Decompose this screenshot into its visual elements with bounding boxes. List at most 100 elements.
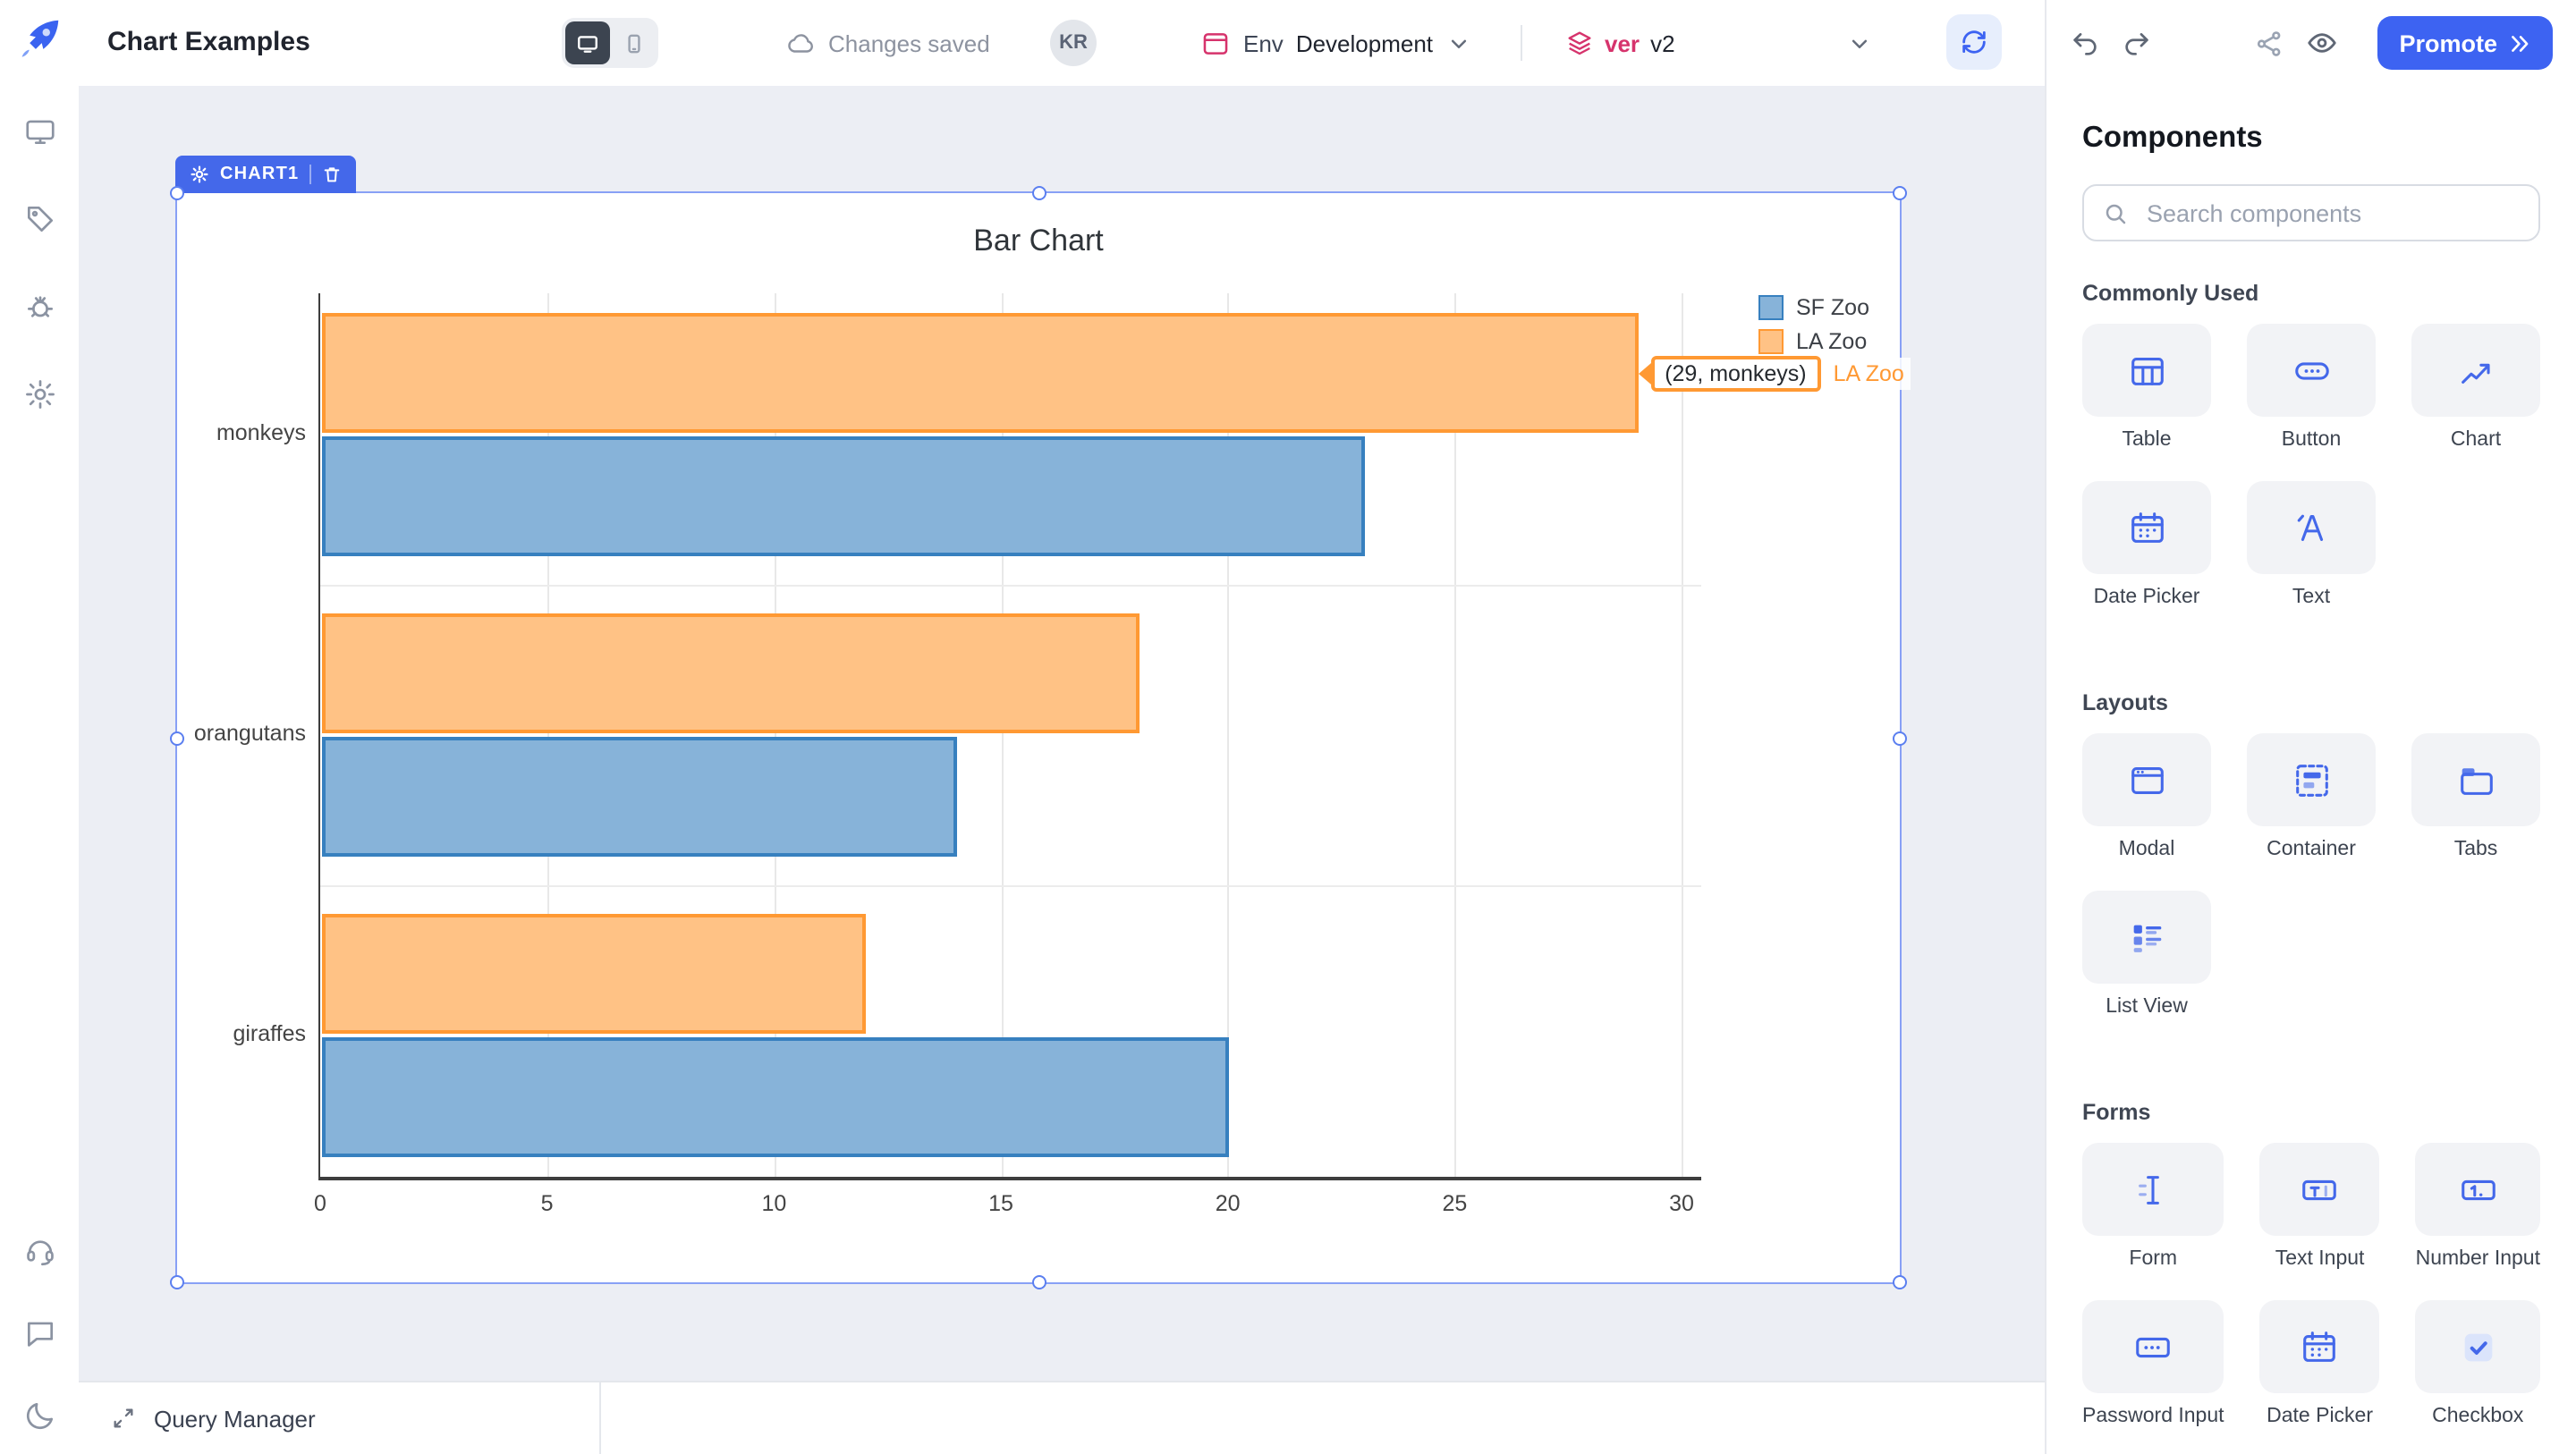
promote-button[interactable]: Promote: [2377, 16, 2553, 70]
resize-handle[interactable]: [170, 731, 184, 745]
x-tick-label: 0: [284, 1191, 356, 1216]
gear-icon[interactable]: [21, 376, 57, 411]
chart-body: 051015202530monkeysorangutansgiraffes Ba…: [177, 193, 1900, 1282]
resize-handle[interactable]: [1893, 186, 1907, 200]
resize-handle[interactable]: [170, 186, 184, 200]
mobile-icon[interactable]: [614, 21, 655, 64]
query-manager-toggle[interactable]: Query Manager: [79, 1382, 601, 1454]
component-card-chart[interactable]: Chart: [2411, 324, 2540, 451]
legend-label: LA Zoo: [1796, 329, 1867, 354]
trash-icon[interactable]: [322, 165, 342, 184]
bar-giraffes-la-zoo[interactable]: [322, 914, 867, 1034]
component-card-tabs[interactable]: Tabs: [2411, 733, 2540, 860]
canvas-footer: Query Manager: [79, 1381, 2045, 1454]
tooltip-arrow: [1638, 362, 1650, 384]
resize-handle[interactable]: [170, 1275, 184, 1289]
env-icon: [1200, 28, 1231, 58]
legend-label: SF Zoo: [1796, 295, 1869, 320]
component-card-date-picker[interactable]: Date Picker: [2260, 1300, 2380, 1427]
desktop-icon[interactable]: [565, 21, 610, 64]
cloud-icon: [785, 28, 816, 58]
modal-icon: [2082, 733, 2211, 826]
component-card-text-input[interactable]: Text Input: [2260, 1143, 2380, 1270]
passwordinput-icon: [2082, 1300, 2224, 1393]
component-card-label: Button: [2282, 429, 2342, 451]
component-card-label: Checkbox: [2432, 1406, 2523, 1427]
component-card-label: Form: [2129, 1248, 2177, 1270]
component-card-label: Modal: [2119, 839, 2175, 860]
component-card-container[interactable]: Container: [2247, 733, 2376, 860]
canvas[interactable]: CHART1 051015202530monkeysorangutansgira…: [79, 86, 2045, 1454]
headset-icon[interactable]: [21, 1232, 57, 1268]
bar-giraffes-sf-zoo[interactable]: [322, 1037, 1230, 1157]
component-card-label: Date Picker: [2267, 1406, 2373, 1427]
bar-monkeys-la-zoo[interactable]: [322, 313, 1638, 433]
component-card-label: Date Picker: [2094, 587, 2200, 608]
redo-button[interactable]: [2122, 28, 2152, 58]
bug-icon[interactable]: [21, 288, 57, 324]
panel-toolbar: Promote: [2046, 0, 2576, 86]
bar-orangutans-la-zoo[interactable]: [322, 613, 1139, 733]
eye-icon[interactable]: [2306, 27, 2338, 59]
panel-title: Components: [2082, 122, 2540, 156]
tag-icon[interactable]: [21, 200, 57, 236]
component-card-button[interactable]: Button: [2247, 324, 2376, 451]
section-title: Forms: [2082, 1100, 2540, 1125]
promote-label: Promote: [2399, 30, 2497, 56]
component-card-number-input[interactable]: Number Input: [2416, 1143, 2540, 1270]
share-icon[interactable]: [2254, 28, 2284, 58]
section-commonly-used: Commonly Used Table Button Chart Date Pi…: [2082, 281, 2540, 608]
legend-swatch: [1758, 295, 1784, 320]
undo-button[interactable]: [2070, 28, 2100, 58]
env-selector[interactable]: Env Development: [1200, 0, 1472, 86]
version-value: v2: [1650, 30, 1674, 56]
sync-button[interactable]: [1946, 14, 2002, 70]
search-input[interactable]: [2143, 198, 2521, 228]
legend-swatch: [1758, 329, 1784, 354]
left-sidebar: [0, 0, 79, 1454]
version-selector[interactable]: ver v2: [1565, 0, 1874, 86]
section-title: Layouts: [2082, 690, 2540, 715]
x-tick-label: 25: [1419, 1191, 1490, 1216]
component-card-password-input[interactable]: Password Input: [2082, 1300, 2224, 1427]
datepicker-icon: [2260, 1300, 2380, 1393]
component-card-label: List View: [2106, 996, 2188, 1018]
chart-component[interactable]: CHART1 051015202530monkeysorangutansgira…: [175, 191, 1902, 1284]
component-card-table[interactable]: Table: [2082, 324, 2211, 451]
chart-legend: SF Zoo LA Zoo: [1758, 295, 1869, 354]
avatar[interactable]: KR: [1050, 20, 1097, 66]
search-box[interactable]: [2082, 184, 2540, 241]
component-card-label: Number Input: [2416, 1248, 2540, 1270]
monitor-icon[interactable]: [21, 113, 57, 148]
device-toggle[interactable]: [562, 18, 658, 68]
resize-handle[interactable]: [1031, 1275, 1046, 1289]
components-panel: Components Commonly Used Table Button Ch…: [2046, 86, 2576, 1427]
component-card-checkbox[interactable]: Checkbox: [2416, 1300, 2540, 1427]
component-badge[interactable]: CHART1: [175, 156, 356, 193]
moon-icon[interactable]: [21, 1397, 57, 1433]
rocket-logo[interactable]: [15, 14, 64, 63]
legend-item-sf-zoo[interactable]: SF Zoo: [1758, 295, 1869, 320]
component-card-list-view[interactable]: List View: [2082, 891, 2211, 1018]
bar-monkeys-sf-zoo[interactable]: [322, 436, 1366, 556]
save-status: Changes saved: [785, 0, 990, 86]
datepicker-icon: [2082, 481, 2211, 574]
resize-handle[interactable]: [1893, 1275, 1907, 1289]
env-value: Development: [1296, 30, 1433, 56]
component-card-modal[interactable]: Modal: [2082, 733, 2211, 860]
chart-tooltip: (29, monkeys) LA Zoo: [1638, 355, 1911, 391]
resize-handle[interactable]: [1893, 731, 1907, 745]
section-layouts: Layouts Modal Container Tabs List View: [2082, 690, 2540, 1018]
x-tick-label: 10: [738, 1191, 809, 1216]
component-sections: Commonly Used Table Button Chart Date Pi…: [2082, 281, 2540, 1427]
legend-item-la-zoo[interactable]: LA Zoo: [1758, 329, 1869, 354]
component-card-date-picker[interactable]: Date Picker: [2082, 481, 2211, 608]
gear-icon[interactable]: [190, 165, 209, 184]
component-card-form[interactable]: Form: [2082, 1143, 2224, 1270]
resize-handle[interactable]: [1031, 186, 1046, 200]
component-card-label: Password Input: [2082, 1406, 2224, 1427]
component-card-text[interactable]: Text: [2247, 481, 2376, 608]
chat-icon[interactable]: [21, 1315, 57, 1350]
x-tick-label: 5: [512, 1191, 583, 1216]
bar-orangutans-sf-zoo[interactable]: [322, 737, 957, 857]
